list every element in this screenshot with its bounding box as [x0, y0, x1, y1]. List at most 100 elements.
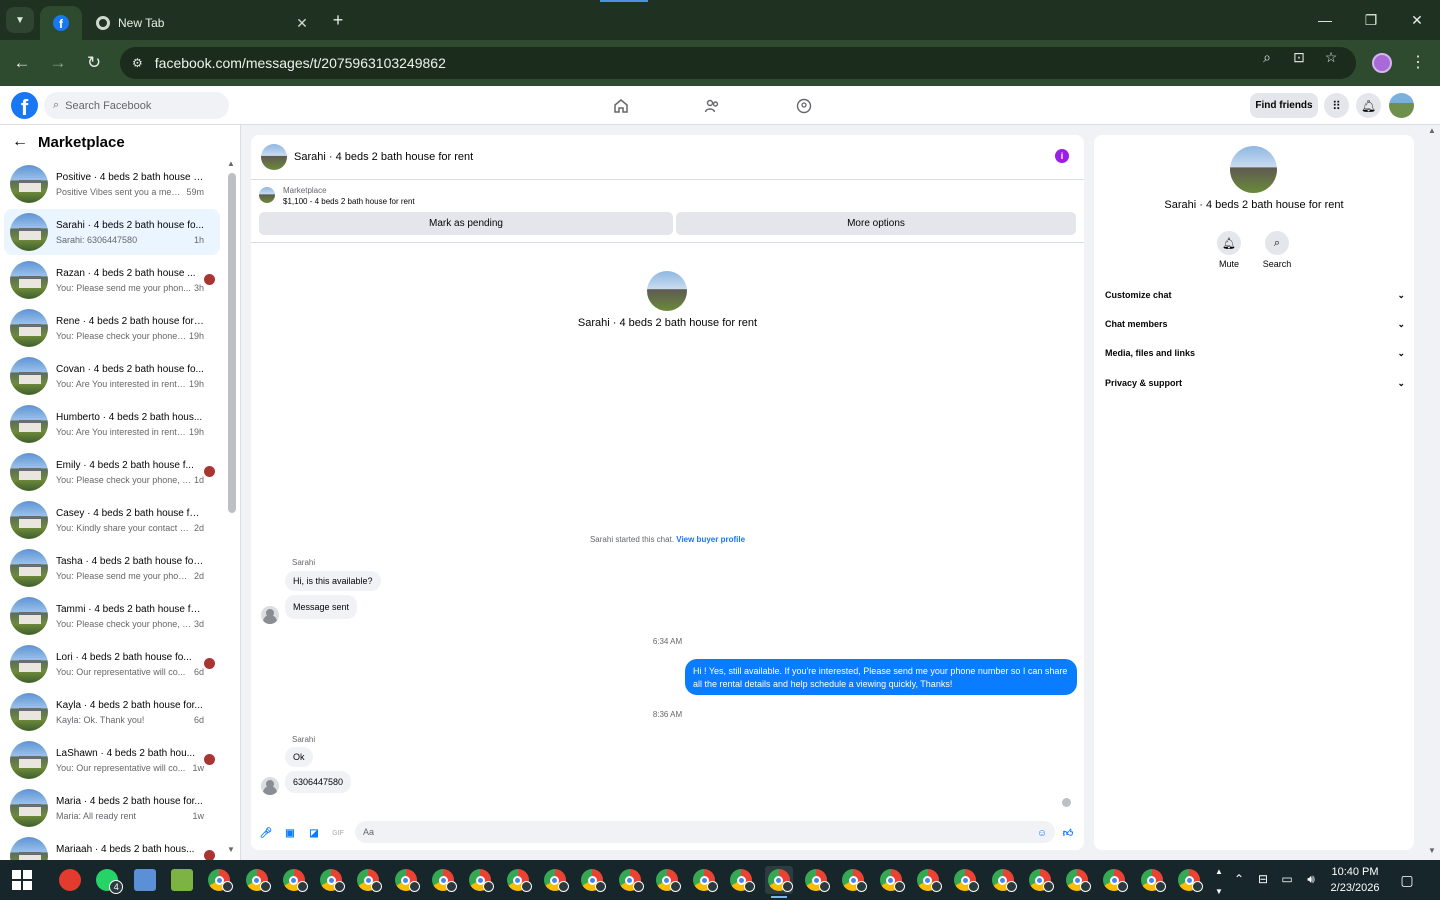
restore-button[interactable]: ❐	[1356, 8, 1386, 32]
close-window-button[interactable]: ✕	[1402, 8, 1432, 32]
chrome-taskbar-icon[interactable]	[690, 866, 719, 894]
app-taskbar-icon[interactable]	[131, 866, 159, 894]
tab-new-tab[interactable]: New Tab ✕	[86, 6, 318, 40]
conversation-item[interactable]: Tammi · 4 beds 2 bath house fo... You: Pl…	[4, 593, 220, 639]
chrome-taskbar-icon[interactable]	[392, 866, 420, 894]
mark-as-pending-button[interactable]: Mark as pending	[259, 212, 673, 235]
account-avatar[interactable]	[1389, 93, 1414, 118]
groups-nav[interactable]	[794, 96, 814, 116]
gif-icon[interactable]: GIF	[331, 826, 345, 840]
chrome-taskbar-icon[interactable]	[653, 866, 681, 894]
chrome-taskbar-icon[interactable]	[1175, 866, 1203, 894]
notifications-button[interactable]: 🔔︎	[1356, 93, 1381, 118]
customize-chat-row[interactable]: Customize chat ⌄	[1105, 284, 1405, 306]
conversation-item[interactable]: Humberto · 4 beds 2 bath hous... You: Are…	[4, 401, 220, 447]
chrome-taskbar-icon[interactable]	[1138, 866, 1166, 894]
tab-facebook[interactable]: f	[40, 6, 82, 40]
search-chat-button[interactable]: ⌕ Search	[1257, 231, 1297, 269]
message-input[interactable]: Aa	[355, 821, 1055, 843]
volume-icon[interactable]: 🔊︎	[1302, 870, 1320, 888]
message-bubble-incoming[interactable]: Message sent	[285, 595, 358, 619]
sender-avatar[interactable]	[261, 777, 279, 795]
chrome-taskbar-icon[interactable]	[280, 866, 308, 894]
chrome-taskbar-icon[interactable]	[764, 866, 793, 898]
minimize-button[interactable]: —	[1310, 8, 1340, 32]
info-icon[interactable]: i	[1055, 149, 1069, 163]
find-friends-button[interactable]: Find friends	[1250, 93, 1318, 118]
tab-search-button[interactable]: ▼	[6, 7, 34, 33]
menu-grid-button[interactable]: ⠿	[1324, 93, 1349, 118]
chrome-taskbar-icon[interactable]	[243, 866, 271, 894]
microphone-icon[interactable]: 🎤︎	[259, 826, 273, 840]
message-bubble-outgoing[interactable]: Hi ! Yes, still available. If you're int…	[685, 659, 1077, 695]
chrome-taskbar-icon[interactable]	[802, 866, 830, 894]
whatsapp-taskbar-icon[interactable]: 4	[93, 866, 124, 894]
bookmark-star-icon[interactable]: ☆	[1322, 48, 1340, 66]
facebook-logo[interactable]: f	[11, 92, 38, 119]
show-hidden-icons-chevron-icon[interactable]: ⌃	[1230, 870, 1248, 888]
chrome-taskbar-icon[interactable]	[877, 866, 905, 894]
notes-taskbar-icon[interactable]	[168, 866, 196, 894]
zoom-icon[interactable]: ⌕	[1258, 48, 1276, 66]
conversation-item[interactable]: Tasha · 4 beds 2 bath house for... You: P…	[4, 545, 220, 591]
more-options-button[interactable]: More options	[676, 212, 1076, 235]
back-button[interactable]: ←	[9, 50, 35, 76]
chrome-taskbar-icon[interactable]	[616, 866, 644, 894]
sender-avatar[interactable]	[261, 606, 279, 624]
reload-button[interactable]: ↻	[81, 50, 107, 76]
notification-center-icon[interactable]: ▢	[1396, 870, 1418, 890]
conversation-item[interactable]: Sarahi · 4 beds 2 bath house fo... Sarahi…	[4, 209, 220, 255]
forward-button[interactable]: →	[45, 50, 71, 76]
chat-avatar[interactable]	[261, 144, 287, 170]
privacy-support-row[interactable]: Privacy & support ⌄	[1105, 372, 1405, 394]
address-bar[interactable]: ⚙ facebook.com/messages/t/20759631032498…	[120, 47, 1356, 79]
page-scroll-down[interactable]: ▼	[1428, 846, 1436, 855]
install-app-icon[interactable]: ⊡	[1290, 48, 1308, 66]
scroll-down-arrow[interactable]: ▼	[227, 845, 235, 854]
chrome-taskbar-icon[interactable]	[1063, 866, 1092, 894]
conversation-item[interactable]: Rene · 4 beds 2 bath house for ... You: P…	[4, 305, 220, 351]
chrome-taskbar-icon[interactable]	[839, 866, 868, 894]
chrome-taskbar-icon[interactable]	[466, 866, 495, 894]
conversation-item[interactable]: LaShawn · 4 beds 2 bath hou... You: Our r…	[4, 737, 220, 783]
network-icon[interactable]: ▭	[1278, 870, 1296, 888]
conversation-item[interactable]: Emily · 4 beds 2 bath house f... You: Ple…	[4, 449, 220, 495]
chrome-taskbar-icon[interactable]	[914, 866, 942, 894]
chrome-taskbar-icon[interactable]	[989, 866, 1017, 894]
browser-menu-icon[interactable]: ⋮	[1410, 52, 1426, 74]
chrome-taskbar-icon[interactable]	[1100, 866, 1129, 894]
scroll-up-arrow[interactable]: ▲	[227, 159, 235, 168]
conversation-item[interactable]: Positive · 4 beds 2 bath house f... Posit…	[4, 161, 220, 207]
new-tab-button[interactable]: +	[326, 8, 350, 32]
conversation-item[interactable]: Maria · 4 beds 2 bath house for... Maria:…	[4, 785, 220, 831]
system-clock[interactable]: 10:40 PM 2/23/2026	[1322, 864, 1388, 896]
chrome-taskbar-icon[interactable]	[429, 866, 457, 894]
profile-avatar-button[interactable]	[1372, 53, 1392, 73]
conversation-item[interactable]: Razan · 4 beds 2 bath house ... You: Plea…	[4, 257, 220, 303]
message-bubble-incoming[interactable]: 6306447580	[285, 771, 352, 793]
thumbs-up-icon[interactable]: 👍︎	[1061, 826, 1075, 840]
chrome-taskbar-icon[interactable]	[727, 866, 756, 894]
message-bubble-incoming[interactable]: Hi, is this available?	[285, 571, 381, 591]
device-icon[interactable]: ⊟	[1254, 870, 1272, 888]
taskbar-scroll-up[interactable]: ▲	[1210, 862, 1228, 880]
page-scroll-up[interactable]: ▲	[1428, 126, 1436, 135]
close-tab-icon[interactable]: ✕	[292, 15, 312, 32]
home-nav[interactable]	[611, 96, 631, 116]
friends-nav[interactable]	[702, 96, 722, 116]
message-bubble-incoming[interactable]: Ok	[285, 747, 313, 767]
listing-price-title[interactable]: $1,100 - 4 beds 2 bath house for rent	[283, 197, 415, 206]
sidebar-scrollbar[interactable]	[228, 173, 236, 513]
start-button[interactable]	[12, 870, 32, 890]
chat-center-avatar[interactable]	[647, 271, 687, 311]
emoji-icon[interactable]: ☺	[1035, 826, 1049, 840]
media-files-links-row[interactable]: Media, files and links ⌄	[1105, 342, 1405, 364]
chrome-taskbar-icon[interactable]	[317, 866, 346, 894]
conversation-item[interactable]: Lori · 4 beds 2 bath house fo... You: Our…	[4, 641, 220, 687]
conversation-item[interactable]: Covan · 4 beds 2 bath house fo... You: Ar…	[4, 353, 220, 399]
site-info-icon[interactable]: ⚙	[132, 56, 143, 70]
listing-thumbnail[interactable]	[259, 187, 275, 203]
chrome-taskbar-icon[interactable]	[56, 866, 84, 894]
chat-title[interactable]: Sarahi · 4 beds 2 bath house for rent	[294, 151, 473, 163]
conversation-item[interactable]: Kayla · 4 beds 2 bath house for... Kayla:…	[4, 689, 220, 735]
